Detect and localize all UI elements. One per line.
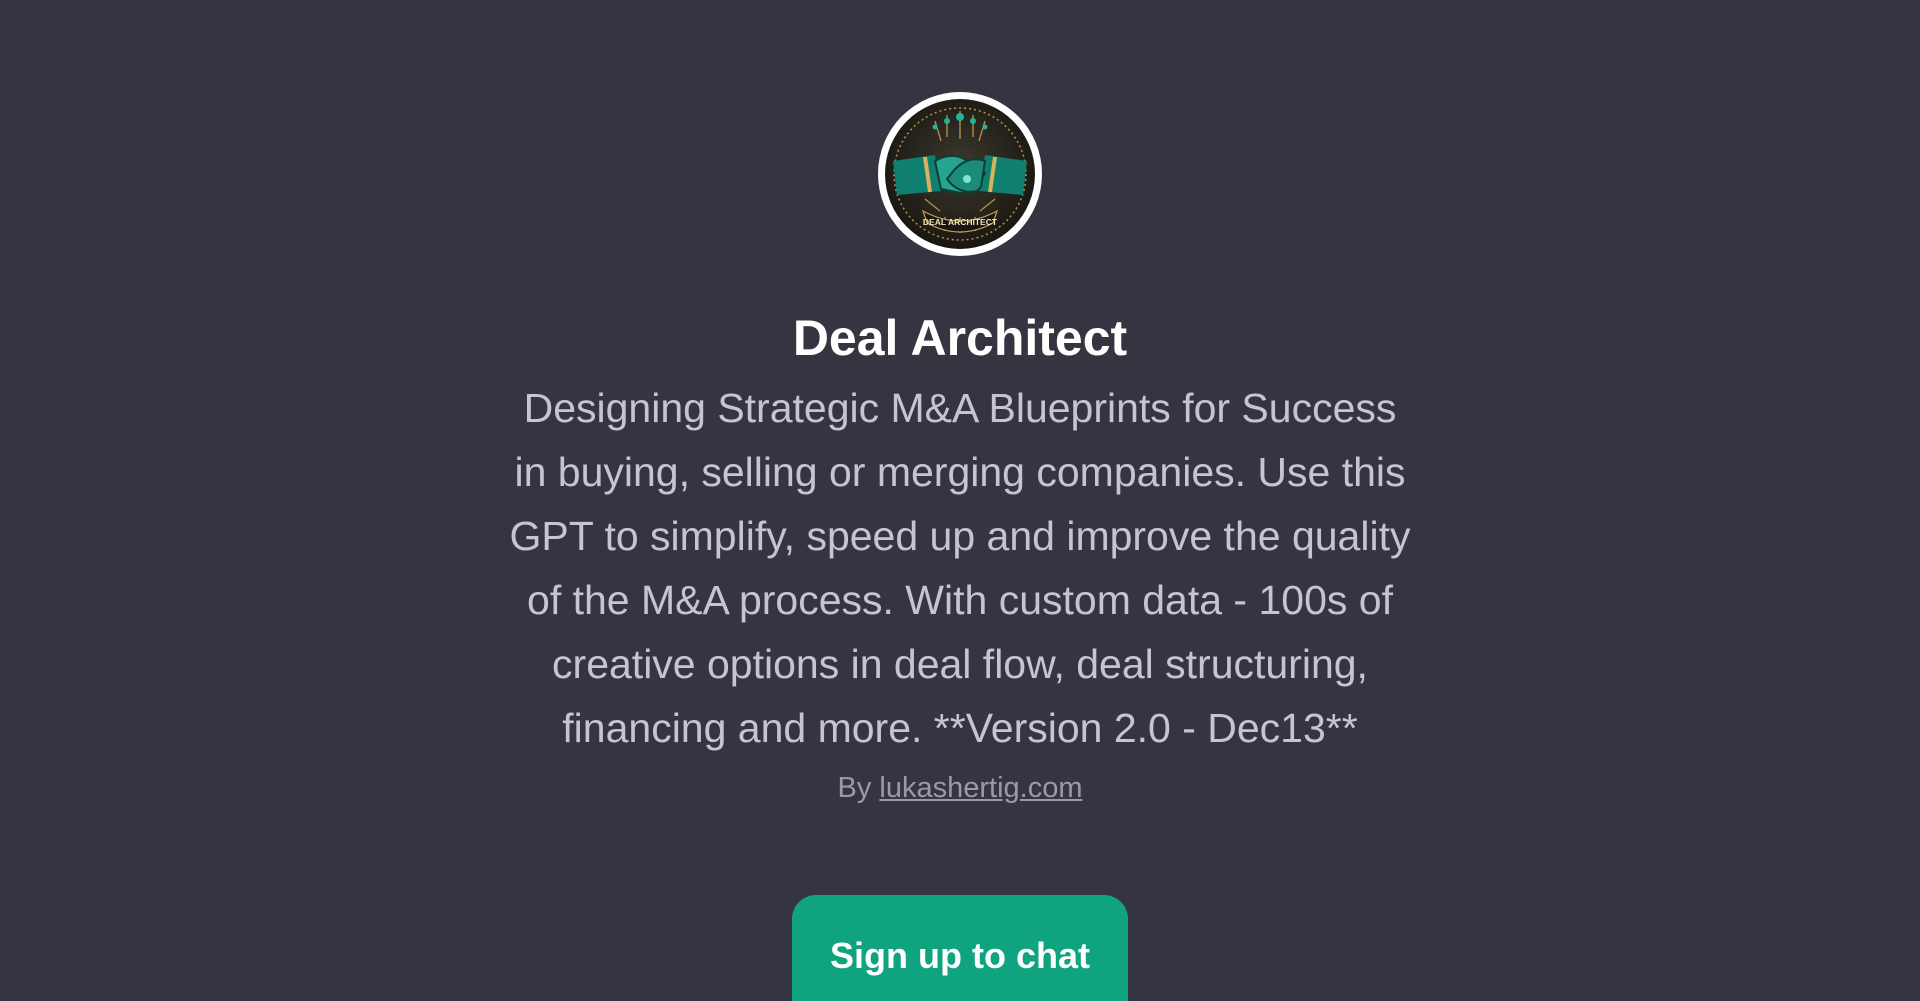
description-line: in buying, selling or merging companies.… [514, 449, 1406, 495]
gpt-title: Deal Architect [792, 310, 1128, 366]
handshake-icon: DEAL ARCHITECT [885, 99, 1035, 249]
byline-prefix: By [837, 772, 872, 804]
description-line: creative options in deal flow, deal stru… [552, 641, 1368, 687]
sign-up-to-chat-button[interactable]: Sign up to chat [792, 895, 1128, 1001]
logo-text: DEAL ARCHITECT [923, 217, 998, 227]
gpt-avatar: DEAL ARCHITECT [878, 92, 1042, 256]
description-line: Designing Strategic M&A Blueprints for S… [523, 385, 1397, 431]
author-link[interactable]: lukashertig.com [879, 772, 1082, 804]
description-line: GPT to simplify, speed up and improve th… [509, 513, 1411, 559]
description-line: of the M&A process. With custom data - 1… [527, 577, 1393, 623]
description-line: financing and more. **Version 2.0 - Dec1… [562, 705, 1358, 751]
author-byline: By lukashertig.com [0, 772, 1920, 805]
gpt-landing-page: DEAL ARCHITECT Deal Architect Designing … [0, 0, 1920, 1001]
gpt-description: Designing Strategic M&A Blueprints for S… [440, 376, 1480, 760]
